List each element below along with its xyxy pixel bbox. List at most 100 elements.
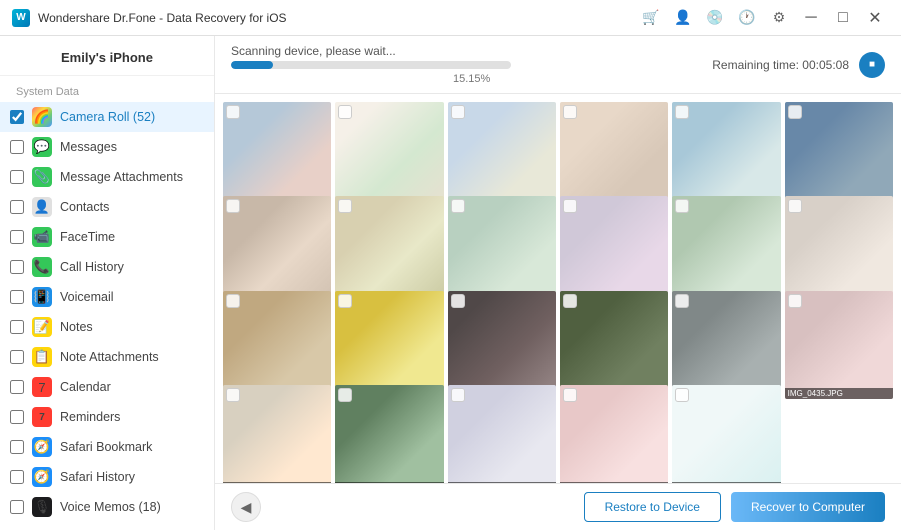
sidebar-item-voicemail[interactable]: 📳 Voicemail: [0, 282, 214, 312]
photo-cell-p19[interactable]: IMG_0436.JPG: [223, 385, 331, 483]
photo-cell-p7[interactable]: IMG_0418.JPG: [223, 196, 331, 304]
recover-to-computer-button[interactable]: Recover to Computer: [731, 492, 885, 522]
safari-bookmark-icon: 🧭: [32, 437, 52, 457]
safari-bookmark-checkbox[interactable]: [10, 440, 24, 454]
sidebar-item-reminders[interactable]: 7 Reminders: [0, 402, 214, 432]
photo-checkbox[interactable]: [675, 294, 689, 308]
sidebar-item-camera-roll[interactable]: 🌈 Camera Roll (52): [0, 102, 214, 132]
photo-checkbox[interactable]: [338, 105, 352, 119]
sidebar-item-notes[interactable]: 📝 Notes: [0, 312, 214, 342]
calendar-label: Calendar: [60, 380, 111, 394]
photo-cell-p3[interactable]: IMG_0414.JPG: [448, 102, 556, 210]
photo-checkbox[interactable]: [563, 388, 577, 402]
sidebar-item-calendar[interactable]: 7 Calendar: [0, 372, 214, 402]
photo-cell-p4[interactable]: IMG_0415.JPG: [560, 102, 668, 210]
photo-checkbox[interactable]: [675, 388, 689, 402]
photo-checkbox[interactable]: [338, 199, 352, 213]
photo-checkbox[interactable]: [788, 294, 802, 308]
reminders-icon: 7: [32, 407, 52, 427]
call-history-checkbox[interactable]: [10, 260, 24, 274]
stop-button[interactable]: ■: [859, 52, 885, 78]
device-name: Emily's iPhone: [0, 36, 214, 76]
call-history-icon: 📞: [32, 257, 52, 277]
photo-checkbox[interactable]: [675, 199, 689, 213]
sidebar-item-safari-history[interactable]: 🧭 Safari History: [0, 462, 214, 492]
photo-cell-p8[interactable]: IMG_0421.JPG: [335, 196, 443, 304]
clock-icon[interactable]: 🕐: [733, 4, 761, 32]
back-button[interactable]: ◀: [231, 492, 261, 522]
voice-memos-checkbox[interactable]: [10, 500, 24, 514]
messages-icon: 💬: [32, 137, 52, 157]
close-button[interactable]: ✕: [861, 4, 889, 32]
photo-cell-p23[interactable]: IMG_0440.JPG: [672, 385, 780, 483]
voicemail-icon: 📳: [32, 287, 52, 307]
facetime-checkbox[interactable]: [10, 230, 24, 244]
main-layout: Emily's iPhone System Data 🌈 Camera Roll…: [0, 36, 901, 530]
sidebar-item-call-history[interactable]: 📞 Call History: [0, 252, 214, 282]
scan-text: Scanning device, please wait...: [231, 44, 712, 58]
note-attachments-checkbox[interactable]: [10, 350, 24, 364]
photo-cell-p16[interactable]: IMG_0429.JPG: [560, 291, 668, 399]
photo-checkbox[interactable]: [563, 199, 577, 213]
contacts-label: Contacts: [60, 200, 109, 214]
photo-cell-p17[interactable]: IMG_0430.JPG: [672, 291, 780, 399]
calendar-checkbox[interactable]: [10, 380, 24, 394]
voicemail-checkbox[interactable]: [10, 290, 24, 304]
photo-label: IMG_0439.JPG: [560, 482, 668, 483]
photo-checkbox[interactable]: [226, 294, 240, 308]
bottom-bar: ◀ Restore to Device Recover to Computer: [215, 483, 901, 530]
action-buttons: Restore to Device Recover to Computer: [584, 492, 885, 522]
photo-cell-p6[interactable]: IMG_0417.JPG: [785, 102, 893, 210]
camera-roll-checkbox[interactable]: [10, 110, 24, 124]
photo-checkbox[interactable]: [451, 105, 465, 119]
message-attachments-checkbox[interactable]: [10, 170, 24, 184]
photo-checkbox[interactable]: [788, 105, 802, 119]
messages-checkbox[interactable]: [10, 140, 24, 154]
contacts-checkbox[interactable]: [10, 200, 24, 214]
photo-checkbox[interactable]: [563, 294, 577, 308]
photo-cell-p13[interactable]: IMG_0426.JPG: [223, 291, 331, 399]
sidebar-item-safari-bookmark[interactable]: 🧭 Safari Bookmark: [0, 432, 214, 462]
sidebar-item-contacts[interactable]: 👤 Contacts: [0, 192, 214, 222]
sidebar-item-messages[interactable]: 💬 Messages: [0, 132, 214, 162]
media-icon[interactable]: 💿: [701, 4, 729, 32]
photo-checkbox[interactable]: [226, 199, 240, 213]
photo-cell-p12[interactable]: IMG_0425.JPG: [785, 196, 893, 304]
photo-cell-p15[interactable]: IMG_0428.JPG: [448, 291, 556, 399]
photo-checkbox[interactable]: [451, 199, 465, 213]
photo-cell-p2[interactable]: IMG_0418.JPG: [335, 102, 443, 210]
notes-checkbox[interactable]: [10, 320, 24, 334]
photo-cell-p10[interactable]: IMG_0423.JPG: [560, 196, 668, 304]
photo-checkbox[interactable]: [226, 105, 240, 119]
photo-checkbox[interactable]: [788, 199, 802, 213]
photo-checkbox[interactable]: [675, 105, 689, 119]
minimize-button[interactable]: ─: [797, 4, 825, 32]
sidebar-item-message-attachments[interactable]: 📎 Message Attachments: [0, 162, 214, 192]
photo-checkbox[interactable]: [226, 388, 240, 402]
settings-icon[interactable]: ⚙: [765, 4, 793, 32]
voice-memos-icon: 🎙: [32, 497, 52, 517]
photo-cell-p11[interactable]: IMG_0424.JPG: [672, 196, 780, 304]
photo-checkbox[interactable]: [338, 294, 352, 308]
photo-cell-p20[interactable]: IMG_0437.JPG: [335, 385, 443, 483]
photo-checkbox[interactable]: [338, 388, 352, 402]
photo-cell-p18[interactable]: IMG_0435.JPG: [785, 291, 893, 399]
user-icon[interactable]: 👤: [669, 4, 697, 32]
photo-cell-p1[interactable]: IMG_0413.JPG: [223, 102, 331, 210]
sidebar-item-voice-memos[interactable]: 🎙 Voice Memos (18): [0, 492, 214, 522]
photo-cell-p22[interactable]: IMG_0439.JPG: [560, 385, 668, 483]
safari-history-checkbox[interactable]: [10, 470, 24, 484]
photo-cell-p14[interactable]: IMG_0427.JPG: [335, 291, 443, 399]
sidebar-item-note-attachments[interactable]: 📋 Note Attachments: [0, 342, 214, 372]
restore-to-device-button[interactable]: Restore to Device: [584, 492, 721, 522]
photo-cell-p21[interactable]: IMG_0438.JPG: [448, 385, 556, 483]
sidebar-item-facetime[interactable]: 📹 FaceTime: [0, 222, 214, 252]
cart-icon[interactable]: 🛒: [637, 4, 665, 32]
photo-cell-p5[interactable]: IMG_0416.JPG: [672, 102, 780, 210]
maximize-button[interactable]: □: [829, 4, 857, 32]
photo-checkbox[interactable]: [451, 388, 465, 402]
photo-cell-p9[interactable]: IMG_0422.JPG: [448, 196, 556, 304]
photo-checkbox[interactable]: [451, 294, 465, 308]
photo-checkbox[interactable]: [563, 105, 577, 119]
reminders-checkbox[interactable]: [10, 410, 24, 424]
